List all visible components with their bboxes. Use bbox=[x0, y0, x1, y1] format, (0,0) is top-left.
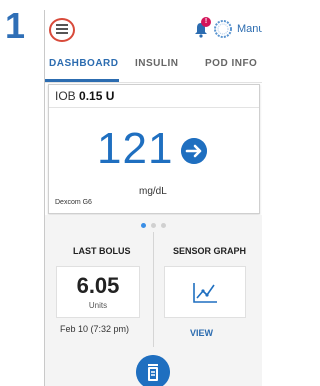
carousel-dot-active[interactable] bbox=[141, 223, 146, 228]
line-graph-icon bbox=[193, 283, 217, 303]
column-divider bbox=[153, 232, 154, 347]
last-bolus-time: Feb 10 (7:32 pm) bbox=[60, 324, 130, 334]
menu-line bbox=[56, 32, 68, 34]
menu-line bbox=[56, 24, 68, 26]
sensor-graph-title: SENSOR GRAPH bbox=[173, 246, 247, 256]
menu-button[interactable] bbox=[49, 18, 75, 42]
tab-bar: DASHBOARD INSULIN POD INFO bbox=[45, 48, 262, 83]
sensor-graph-box[interactable] bbox=[164, 266, 246, 318]
top-bar: ! Manual bbox=[45, 10, 262, 48]
glucose-value: 121 bbox=[97, 124, 174, 173]
glucose-card[interactable]: IOB 0.15 U 121 mg/dL Dexcom G6 bbox=[48, 84, 260, 214]
glucose-unit: mg/dL bbox=[139, 186, 167, 197]
tab-dashboard[interactable]: DASHBOARD bbox=[49, 58, 119, 69]
iob-label: IOB bbox=[55, 89, 76, 103]
bolus-button[interactable] bbox=[136, 355, 170, 386]
carousel-dot[interactable] bbox=[151, 223, 156, 228]
last-bolus-unit: Units bbox=[88, 301, 108, 310]
active-tab-indicator bbox=[45, 79, 119, 82]
mode-status-icon bbox=[214, 20, 232, 38]
view-graph-link[interactable]: VIEW bbox=[190, 328, 213, 338]
mode-label[interactable]: Manual bbox=[237, 23, 262, 35]
tab-pod-info[interactable]: POD INFO bbox=[205, 58, 257, 69]
menu-line bbox=[56, 28, 68, 30]
carousel-indicator bbox=[141, 221, 171, 229]
iob-readout: IOB 0.15 U bbox=[55, 89, 114, 103]
carousel-dot[interactable] bbox=[161, 223, 166, 228]
right-arrow-icon bbox=[181, 138, 207, 164]
app-screen: ! Manual DASHBOARD INSULIN POD INFO IOB … bbox=[44, 10, 262, 386]
iob-value: 0.15 U bbox=[79, 89, 115, 103]
tab-insulin[interactable]: INSULIN bbox=[135, 58, 179, 69]
sensor-source: Dexcom G6 bbox=[55, 199, 92, 206]
last-bolus-box: 6.05 Units bbox=[56, 266, 140, 318]
notification-badge: ! bbox=[201, 17, 211, 27]
divider bbox=[49, 107, 259, 108]
last-bolus-value: 6.05 bbox=[76, 273, 120, 298]
last-bolus-title: LAST BOLUS bbox=[73, 246, 131, 256]
step-number: 1 bbox=[5, 5, 26, 46]
